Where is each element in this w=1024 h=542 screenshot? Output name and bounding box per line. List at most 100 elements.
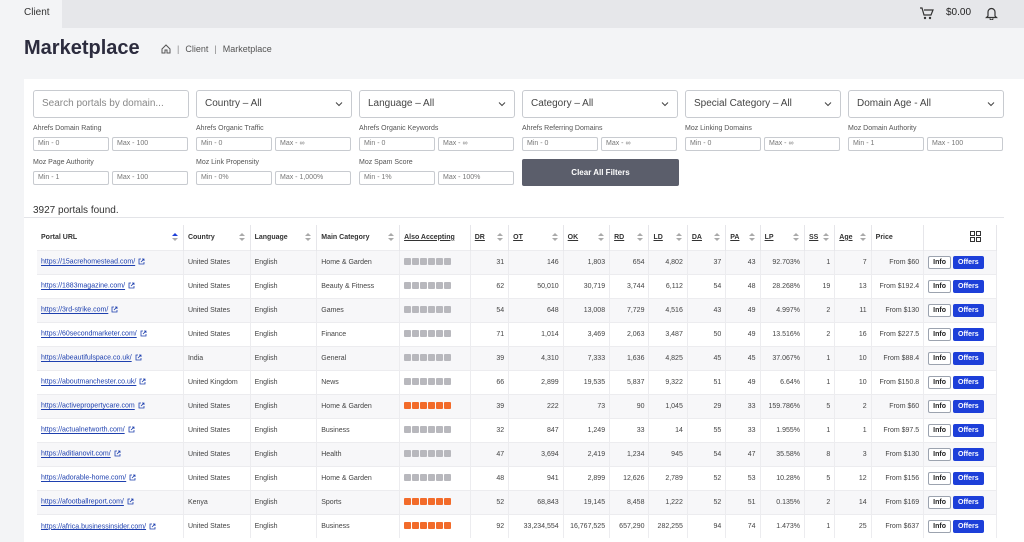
- info-button[interactable]: Info: [928, 255, 951, 269]
- column-header[interactable]: Main Category: [316, 225, 401, 250]
- client-tab[interactable]: Client: [0, 0, 62, 28]
- external-link-icon[interactable]: [149, 523, 156, 530]
- range-min-input[interactable]: Min - 0: [359, 137, 435, 151]
- range-min-input[interactable]: Min - 1: [848, 137, 924, 151]
- column-header[interactable]: SS: [804, 225, 836, 250]
- sort-icon[interactable]: [496, 232, 504, 242]
- cart-icon[interactable]: [920, 7, 934, 20]
- range-min-input[interactable]: Min - 0%: [196, 171, 272, 185]
- external-link-icon[interactable]: [138, 402, 145, 409]
- offers-button[interactable]: Offers: [953, 423, 984, 437]
- portal-url-link[interactable]: https://1883magazine.com/: [41, 283, 125, 290]
- offers-button[interactable]: Offers: [953, 447, 984, 461]
- range-max-input[interactable]: Max - ∞: [275, 137, 351, 151]
- sort-icon[interactable]: [748, 232, 756, 242]
- external-link-icon[interactable]: [139, 378, 146, 385]
- range-min-input[interactable]: Min - 0: [685, 137, 761, 151]
- sort-icon[interactable]: [636, 232, 644, 242]
- column-header[interactable]: PA: [725, 225, 761, 250]
- clear-filters-button[interactable]: Clear All Filters: [522, 159, 679, 186]
- range-max-input[interactable]: Max - 1,000%: [275, 171, 351, 185]
- offers-button[interactable]: Offers: [953, 351, 984, 365]
- offers-button[interactable]: Offers: [953, 471, 984, 485]
- grid-view-icon[interactable]: [970, 230, 982, 242]
- sort-icon[interactable]: [822, 232, 830, 242]
- info-button[interactable]: Info: [928, 471, 951, 485]
- external-link-icon[interactable]: [127, 498, 134, 505]
- info-button[interactable]: Info: [928, 399, 951, 413]
- external-link-icon[interactable]: [111, 306, 118, 313]
- info-button[interactable]: Info: [928, 279, 951, 293]
- portal-url-link[interactable]: https://africa.businessinsider.com/: [41, 523, 146, 530]
- range-max-input[interactable]: Max - 100: [112, 171, 188, 185]
- sort-icon[interactable]: [304, 232, 312, 242]
- external-link-icon[interactable]: [114, 450, 121, 457]
- column-header[interactable]: Language: [250, 225, 318, 250]
- breadcrumb-client[interactable]: Client: [185, 44, 208, 54]
- info-button[interactable]: Info: [928, 495, 951, 509]
- range-max-input[interactable]: Max - ∞: [764, 137, 840, 151]
- range-max-input[interactable]: Max - ∞: [438, 137, 514, 151]
- range-min-input[interactable]: Min - 1%: [359, 171, 435, 185]
- portal-url-link[interactable]: https://60secondmarketer.com/: [41, 331, 137, 338]
- offers-button[interactable]: Offers: [953, 495, 984, 509]
- portal-url-link[interactable]: https://activepropertycare.com: [41, 403, 135, 410]
- sort-icon[interactable]: [551, 232, 559, 242]
- offers-button[interactable]: Offers: [953, 399, 984, 413]
- sort-icon[interactable]: [387, 232, 395, 242]
- column-header[interactable]: RD: [609, 225, 650, 250]
- sort-icon[interactable]: [238, 232, 246, 242]
- column-header[interactable]: LP: [760, 225, 806, 250]
- range-max-input[interactable]: Max - 100%: [438, 171, 514, 185]
- range-min-input[interactable]: Min - 0: [33, 137, 109, 151]
- range-max-input[interactable]: Max - 100: [112, 137, 188, 151]
- range-min-input[interactable]: Min - 0: [196, 137, 272, 151]
- domain-age-dropdown[interactable]: Domain Age - All: [848, 90, 1004, 118]
- external-link-icon[interactable]: [138, 258, 145, 265]
- portal-url-link[interactable]: https://aditianovit.com/: [41, 451, 111, 458]
- range-min-input[interactable]: Min - 1: [33, 171, 109, 185]
- offers-button[interactable]: Offers: [953, 519, 984, 533]
- sort-icon[interactable]: [675, 232, 683, 242]
- sort-icon[interactable]: [713, 232, 721, 242]
- external-link-icon[interactable]: [129, 474, 136, 481]
- info-button[interactable]: Info: [928, 423, 951, 437]
- offers-button[interactable]: Offers: [953, 279, 984, 293]
- range-max-input[interactable]: Max - ∞: [601, 137, 677, 151]
- offers-button[interactable]: Offers: [953, 255, 984, 269]
- portal-url-link[interactable]: https://actualnetworth.com/: [41, 427, 125, 434]
- info-button[interactable]: Info: [928, 327, 951, 341]
- portal-url-link[interactable]: https://3rd-strike.com/: [41, 307, 108, 314]
- language-dropdown[interactable]: Language – All: [359, 90, 515, 118]
- range-max-input[interactable]: Max - 100: [927, 137, 1003, 151]
- sort-icon[interactable]: [171, 232, 179, 242]
- search-input[interactable]: Search portals by domain...: [33, 90, 189, 118]
- column-header[interactable]: Portal URL: [37, 225, 184, 250]
- portal-url-link[interactable]: https://abeautifulspace.co.uk/: [41, 355, 132, 362]
- special-category-dropdown[interactable]: Special Category – All: [685, 90, 841, 118]
- column-header[interactable]: LD: [648, 225, 688, 250]
- column-header[interactable]: Country: [183, 225, 251, 250]
- column-header[interactable]: Price: [871, 225, 925, 250]
- external-link-icon[interactable]: [135, 354, 142, 361]
- range-min-input[interactable]: Min - 0: [522, 137, 598, 151]
- country-dropdown[interactable]: Country – All: [196, 90, 352, 118]
- column-header[interactable]: DA: [687, 225, 727, 250]
- external-link-icon[interactable]: [128, 282, 135, 289]
- offers-button[interactable]: Offers: [953, 375, 984, 389]
- portal-url-link[interactable]: https://15acrehomestead.com/: [41, 259, 135, 266]
- column-header[interactable]: Age: [834, 225, 872, 250]
- info-button[interactable]: Info: [928, 519, 951, 533]
- offers-button[interactable]: Offers: [953, 303, 984, 317]
- offers-button[interactable]: Offers: [953, 327, 984, 341]
- category-dropdown[interactable]: Category – All: [522, 90, 678, 118]
- external-link-icon[interactable]: [140, 330, 147, 337]
- portal-url-link[interactable]: https://afootballreport.com/: [41, 499, 124, 506]
- info-button[interactable]: Info: [928, 303, 951, 317]
- column-header[interactable]: Also Accepting: [399, 225, 471, 250]
- bell-icon[interactable]: [985, 6, 998, 20]
- portal-url-link[interactable]: https://aboutmanchester.co.uk/: [41, 379, 136, 386]
- column-header[interactable]: OK: [563, 225, 611, 250]
- info-button[interactable]: Info: [928, 447, 951, 461]
- sort-icon[interactable]: [597, 232, 605, 242]
